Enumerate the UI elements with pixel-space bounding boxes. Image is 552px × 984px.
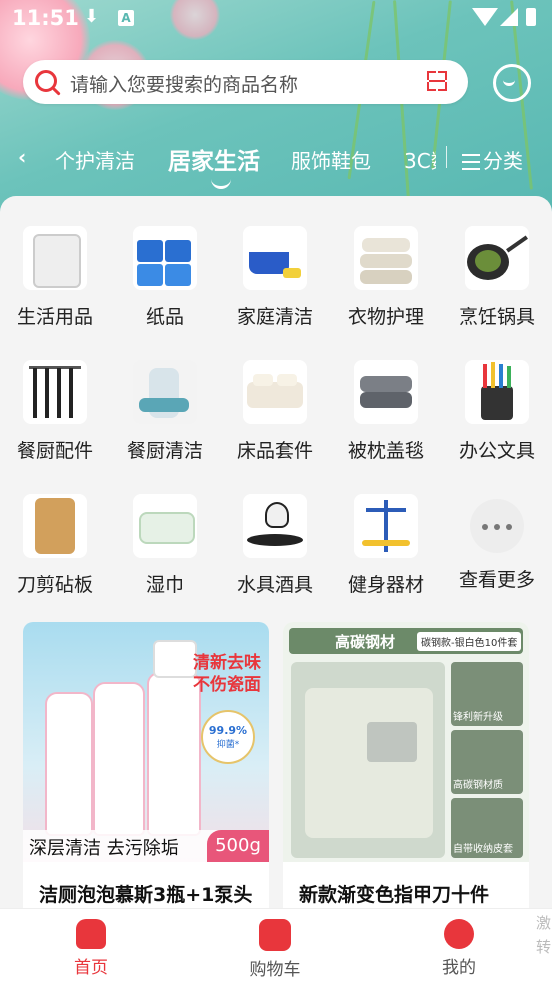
category-item[interactable]: 餐厨清洁 [110,360,220,463]
category-label: 生活用品 [16,306,93,328]
dish-washing-icon [133,360,197,424]
tab-home[interactable]: 首页 [46,919,136,978]
category-label: 餐厨清洁 [126,440,203,462]
tab-3c[interactable]: 3C数 [404,145,436,174]
category-item[interactable]: 被枕盖毯 [331,360,441,463]
more-dots-icon [470,499,524,553]
product-title: 新款渐变色指甲刀十件 [299,884,490,906]
status-time: 11:51 [12,6,79,30]
tea-set-icon [243,494,307,558]
view-more-button[interactable]: 查看更多 [442,494,552,592]
feature-label: 锋利新升级 [453,712,503,723]
cutting-board-icon [23,494,87,558]
size-tag: 500g [207,830,269,862]
message-icon[interactable] [493,64,531,102]
category-tabs: ‹ 个护清洁 居家生活 服饰鞋包 3C数 分类 [0,136,552,189]
cart-icon [259,919,291,951]
product-image: 清新去味 不伤瓷面 99.9% 抑菌* 深层清洁 去污除垢 500g [23,622,269,862]
category-item[interactable]: 健身器材 [331,494,441,597]
category-label: 分类 [483,149,523,173]
status-bar: 11:51 ⬇ A [0,0,552,36]
category-label: 衣物护理 [347,306,424,328]
category-item[interactable]: 床品套件 [220,360,330,463]
slogan-text: 深层清洁 去污除垢 [29,838,179,859]
profile-icon [444,919,474,949]
search-placeholder[interactable]: 请输入您要搜索的商品名称 [70,70,298,97]
pen-holder-icon [465,360,529,424]
category-label: 床品套件 [236,440,313,462]
feature-label: 自带收纳皮套 [453,844,513,855]
search-icon [35,70,57,92]
cotton-swab-icon [23,226,87,290]
banner-text: 清新去味 [193,653,261,673]
cleaning-bucket-icon [243,226,307,290]
home-icon [76,919,106,949]
category-label: 查看更多 [458,569,535,591]
badge-sub: 抑菌* [216,740,240,750]
category-item[interactable]: 湿巾 [110,494,220,597]
tab-cart-label: 购物车 [249,960,301,980]
slogan-bar: 深层清洁 去污除垢 500g [23,830,269,862]
tissue-icon [133,226,197,290]
tab-cart[interactable]: 购物车 [230,919,320,980]
category-item[interactable]: 生活用品 [0,226,110,329]
tab-profile-label: 我的 [442,958,476,978]
bedding-icon [243,360,307,424]
category-label: 办公文具 [458,440,535,462]
download-icon: ⬇ [84,6,100,27]
product-title: 洁厕泡泡慕斯3瓶+1泵头 [39,884,253,906]
floating-widget[interactable]: 激 转 [536,911,552,959]
product-card[interactable]: 高碳钢材 碳钢款-银白色10件套 锋利新升级 高碳钢材质 自带收纳皮套 新款渐变… [283,622,529,922]
battery-icon [526,8,536,26]
signal-icon [500,8,518,26]
category-item[interactable]: 烹饪锅具 [442,226,552,329]
category-label: 纸品 [145,306,184,328]
category-label: 烹饪锅具 [458,306,535,328]
product-header-bar: 高碳钢材 碳钢款-银白色10件套 [289,628,523,654]
category-item[interactable]: 办公文具 [442,360,552,463]
category-item[interactable]: 衣物护理 [331,226,441,329]
badge-percent: 99.9% [208,724,248,737]
category-label: 餐厨配件 [16,440,93,462]
floating-text: 激 [536,914,552,932]
category-item[interactable]: 水具酒具 [220,494,330,597]
product-header: 高碳钢材 [335,633,396,651]
category-item[interactable]: 餐厨配件 [0,360,110,463]
blanket-icon [354,360,418,424]
tab-apparel[interactable]: 服饰鞋包 [291,145,371,174]
category-label: 刀剪砧板 [16,574,93,596]
category-label: 水具酒具 [236,574,313,596]
fitness-equipment-icon [354,494,418,558]
wifi-icon [472,8,498,26]
category-button[interactable]: 分类 [462,145,523,174]
category-label: 家庭清洁 [236,306,313,328]
search-bar[interactable]: 请输入您要搜索的商品名称 [23,60,468,104]
floating-text: 转 [536,938,552,956]
banner-text: 不伤瓷面 [193,675,261,695]
category-label: 湿巾 [145,574,184,596]
product-header-tag: 碳钢款-银白色10件套 [417,632,522,651]
tab-scroll-prev[interactable]: ‹ [18,145,26,169]
bottom-tab-bar: 首页 购物车 我的 激 转 [0,908,552,984]
tab-personal-care[interactable]: 个护清洁 [55,145,135,174]
towels-icon [354,226,418,290]
feature-label: 高碳钢材质 [453,780,503,791]
list-icon [462,154,480,170]
scan-icon[interactable] [427,71,447,91]
category-label: 被枕盖毯 [347,440,424,462]
product-card[interactable]: 清新去味 不伤瓷面 99.9% 抑菌* 深层清洁 去污除垢 500g 洁厕泡泡慕… [23,622,269,922]
tab-home-living[interactable]: 居家生活 [168,142,260,176]
category-item[interactable]: 刀剪砧板 [0,494,110,597]
category-label: 健身器材 [347,574,424,596]
wet-wipes-icon [133,494,197,558]
product-image: 高碳钢材 碳钢款-银白色10件套 锋利新升级 高碳钢材质 自带收纳皮套 [283,622,529,862]
tab-divider [446,146,447,168]
app-badge-icon: A [118,10,134,26]
category-item[interactable]: 家庭清洁 [220,226,330,329]
tab-profile[interactable]: 我的 [414,919,504,978]
frying-pan-icon [465,226,529,290]
utensils-icon [23,360,87,424]
category-item[interactable]: 纸品 [110,226,220,329]
tab-home-label: 首页 [74,958,108,978]
